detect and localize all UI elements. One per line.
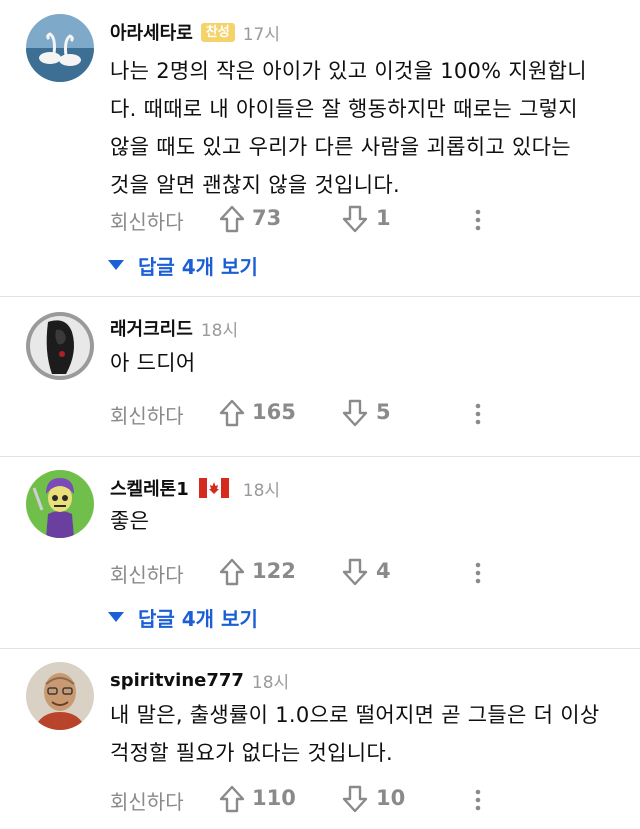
reply-button[interactable]: 회신하다 <box>110 786 184 815</box>
comment-line: 아 드디어 <box>110 351 196 375</box>
divider <box>0 456 640 457</box>
timestamp: 17시 <box>242 24 281 45</box>
canada-flag-icon <box>198 478 229 498</box>
upvote-count: 110 <box>252 786 296 810</box>
thumbs-down-arrow-icon[interactable] <box>341 204 369 234</box>
reply-button[interactable]: 회신하다 <box>110 206 184 235</box>
avatar[interactable] <box>26 662 94 730</box>
more-options-icon[interactable] <box>470 402 486 426</box>
divider <box>0 648 640 649</box>
comment-line: 나는 2명의 작은 아이가 있고 이것을 100% 지원합니 <box>110 59 587 83</box>
thumbs-up-arrow-icon[interactable] <box>218 557 246 587</box>
skeletor-avatar <box>26 470 94 538</box>
comment-line: 내 말은, 출생률이 1.0으로 떨어지면 곧 그들은 더 이상 <box>110 703 600 727</box>
upvote-count: 73 <box>252 206 282 230</box>
thumbs-up-arrow-icon[interactable] <box>218 398 246 428</box>
upvote-count: 122 <box>252 559 296 583</box>
upvote-count: 165 <box>252 400 296 424</box>
comment-meta: spiritvine777 18시 <box>110 666 289 694</box>
thumbs-down-arrow-icon[interactable] <box>341 398 369 428</box>
dark-figure-avatar <box>26 312 94 380</box>
comment-actions: 회신하다 122 4 <box>0 553 640 593</box>
thumbs-down-arrow-icon[interactable] <box>341 557 369 587</box>
thumbs-up-arrow-icon[interactable] <box>218 204 246 234</box>
more-options-icon[interactable] <box>470 561 486 585</box>
comment-text: 아 드디어 <box>110 344 620 382</box>
caret-down-icon <box>108 259 124 271</box>
comment-line: 걱정할 필요가 없다는 것입니다. <box>110 741 393 765</box>
view-replies-label: 답글 4개 보기 <box>138 606 258 631</box>
avatar[interactable] <box>26 312 94 380</box>
timestamp: 18시 <box>242 480 281 501</box>
comment-meta: 래거크리드 18시 <box>110 314 238 342</box>
swan-avatar <box>26 14 94 82</box>
status-badge: 찬성 <box>200 22 235 42</box>
view-replies-label: 답글 4개 보기 <box>138 254 258 279</box>
view-replies-button[interactable]: 답글 4개 보기 <box>108 600 258 634</box>
author-name[interactable]: 래거크리드 <box>110 315 193 341</box>
comment-line: 것을 알면 괜찮지 않을 것입니다. <box>110 173 400 197</box>
monk-avatar <box>26 662 94 730</box>
author-name[interactable]: spiritvine777 <box>110 670 244 691</box>
comment-meta: 아라세타로 찬성 17시 <box>110 18 280 46</box>
thumbs-down-arrow-icon[interactable] <box>341 784 369 814</box>
comment-text: 나는 2명의 작은 아이가 있고 이것을 100% 지원합니 다. 때때로 내 … <box>110 52 620 204</box>
comment-text: 좋은 <box>110 502 620 540</box>
divider <box>0 296 640 297</box>
timestamp: 18시 <box>251 672 290 693</box>
downvote-count: 10 <box>376 786 406 810</box>
reply-button[interactable]: 회신하다 <box>110 559 184 588</box>
comment-actions: 회신하다 73 1 <box>0 200 640 240</box>
view-replies-button[interactable]: 답글 4개 보기 <box>108 248 258 282</box>
comment-text: 내 말은, 출생률이 1.0으로 떨어지면 곧 그들은 더 이상 걱정할 필요가… <box>110 696 620 772</box>
avatar[interactable] <box>26 14 94 82</box>
comment-meta: 스켈레톤1 18시 <box>110 474 280 502</box>
comment-line: 다. 때때로 내 아이들은 잘 행동하지만 때로는 그렇지 <box>110 97 578 121</box>
comment-actions: 회신하다 165 5 <box>0 394 640 434</box>
comment-line: 않을 때도 있고 우리가 다른 사람을 괴롭히고 있다는 <box>110 135 571 159</box>
reply-button[interactable]: 회신하다 <box>110 400 184 429</box>
author-name[interactable]: 아라세타로 <box>110 19 193 45</box>
more-options-icon[interactable] <box>470 788 486 812</box>
comment-actions: 회신하다 110 10 <box>0 780 640 820</box>
author-name[interactable]: 스켈레톤1 <box>110 475 189 501</box>
timestamp: 18시 <box>200 320 239 341</box>
thumbs-up-arrow-icon[interactable] <box>218 784 246 814</box>
downvote-count: 1 <box>376 206 391 230</box>
avatar[interactable] <box>26 470 94 538</box>
more-options-icon[interactable] <box>470 208 486 232</box>
caret-down-icon <box>108 611 124 623</box>
downvote-count: 5 <box>376 400 391 424</box>
comment-line: 좋은 <box>110 509 150 533</box>
downvote-count: 4 <box>376 559 391 583</box>
